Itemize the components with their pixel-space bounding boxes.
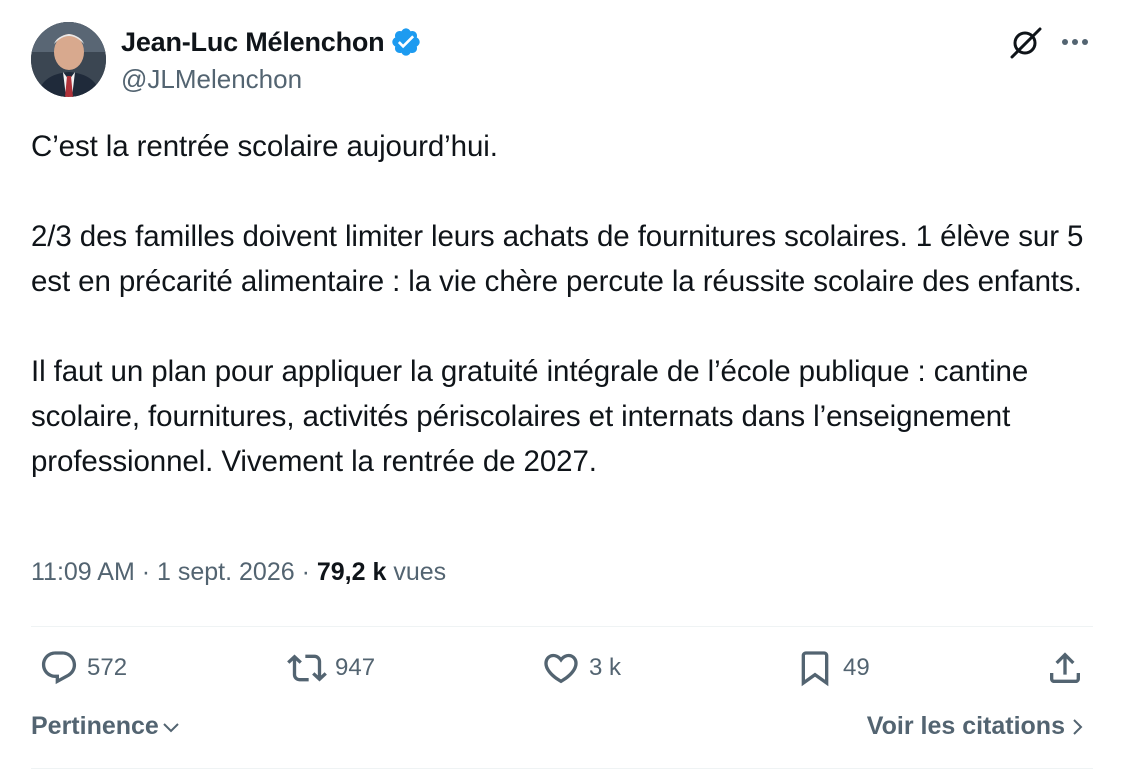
- meta-separator: ·: [301, 558, 310, 586]
- like-button[interactable]: 3 k: [541, 648, 621, 688]
- post-paragraph: 2/3 des familles doivent limiter leurs a…: [31, 220, 1084, 298]
- more-options-icon[interactable]: [1057, 24, 1093, 60]
- post-text: C’est la rentrée scolaire aujourd’hui. 2…: [31, 124, 1091, 484]
- author-name-row: Jean-Luc Mélenchon: [121, 26, 422, 58]
- sort-dropdown[interactable]: Pertinence: [31, 712, 183, 741]
- reply-count: 572: [87, 654, 128, 681]
- bookmark-icon: [801, 651, 829, 687]
- repost-icon: [287, 654, 327, 682]
- share-button[interactable]: [1045, 648, 1085, 688]
- avatar[interactable]: [31, 22, 106, 97]
- quotes-label: Voir les citations: [866, 712, 1065, 740]
- author-name[interactable]: Jean-Luc Mélenchon: [121, 27, 385, 58]
- post-meta: 11:09 AM · 1 sept. 2026 · 79,2 k vues: [31, 558, 446, 587]
- divider: [31, 626, 1093, 627]
- chevron-down-icon: [163, 722, 179, 732]
- post-time[interactable]: 11:09 AM: [31, 558, 135, 586]
- heart-icon: [544, 653, 578, 684]
- views-count: 79,2 k: [316, 558, 387, 586]
- bookmark-button[interactable]: 49: [795, 648, 870, 688]
- divider: [31, 768, 1093, 769]
- post-header: Jean-Luc Mélenchon @JLMelenchon: [31, 22, 1093, 100]
- view-quotes-link[interactable]: Voir les citations: [867, 712, 1089, 741]
- chevron-right-icon: [1073, 718, 1083, 735]
- post-paragraph: Il faut un plan pour appliquer la gratui…: [31, 355, 1029, 478]
- avatar-photo-icon: [31, 22, 106, 97]
- like-count: 3 k: [589, 654, 622, 681]
- action-bar: 572 947 3 k 49: [31, 648, 1093, 698]
- share-icon: [1050, 652, 1080, 683]
- author-handle[interactable]: @JLMelenchon: [121, 64, 302, 95]
- grok-icon[interactable]: [1008, 24, 1044, 60]
- post-paragraph: C’est la rentrée scolaire aujourd’hui.: [31, 130, 498, 163]
- bookmark-count: 49: [843, 654, 870, 681]
- meta-separator: ·: [141, 558, 151, 586]
- verified-badge-icon: [390, 26, 422, 58]
- reply-button[interactable]: 572: [39, 648, 127, 688]
- repost-count: 947: [335, 654, 376, 681]
- sort-label: Pertinence: [31, 712, 159, 740]
- views-label: vues: [393, 558, 447, 586]
- repost-button[interactable]: 947: [287, 648, 375, 688]
- reply-icon: [41, 651, 77, 685]
- post-date[interactable]: 1 sept. 2026: [157, 558, 295, 586]
